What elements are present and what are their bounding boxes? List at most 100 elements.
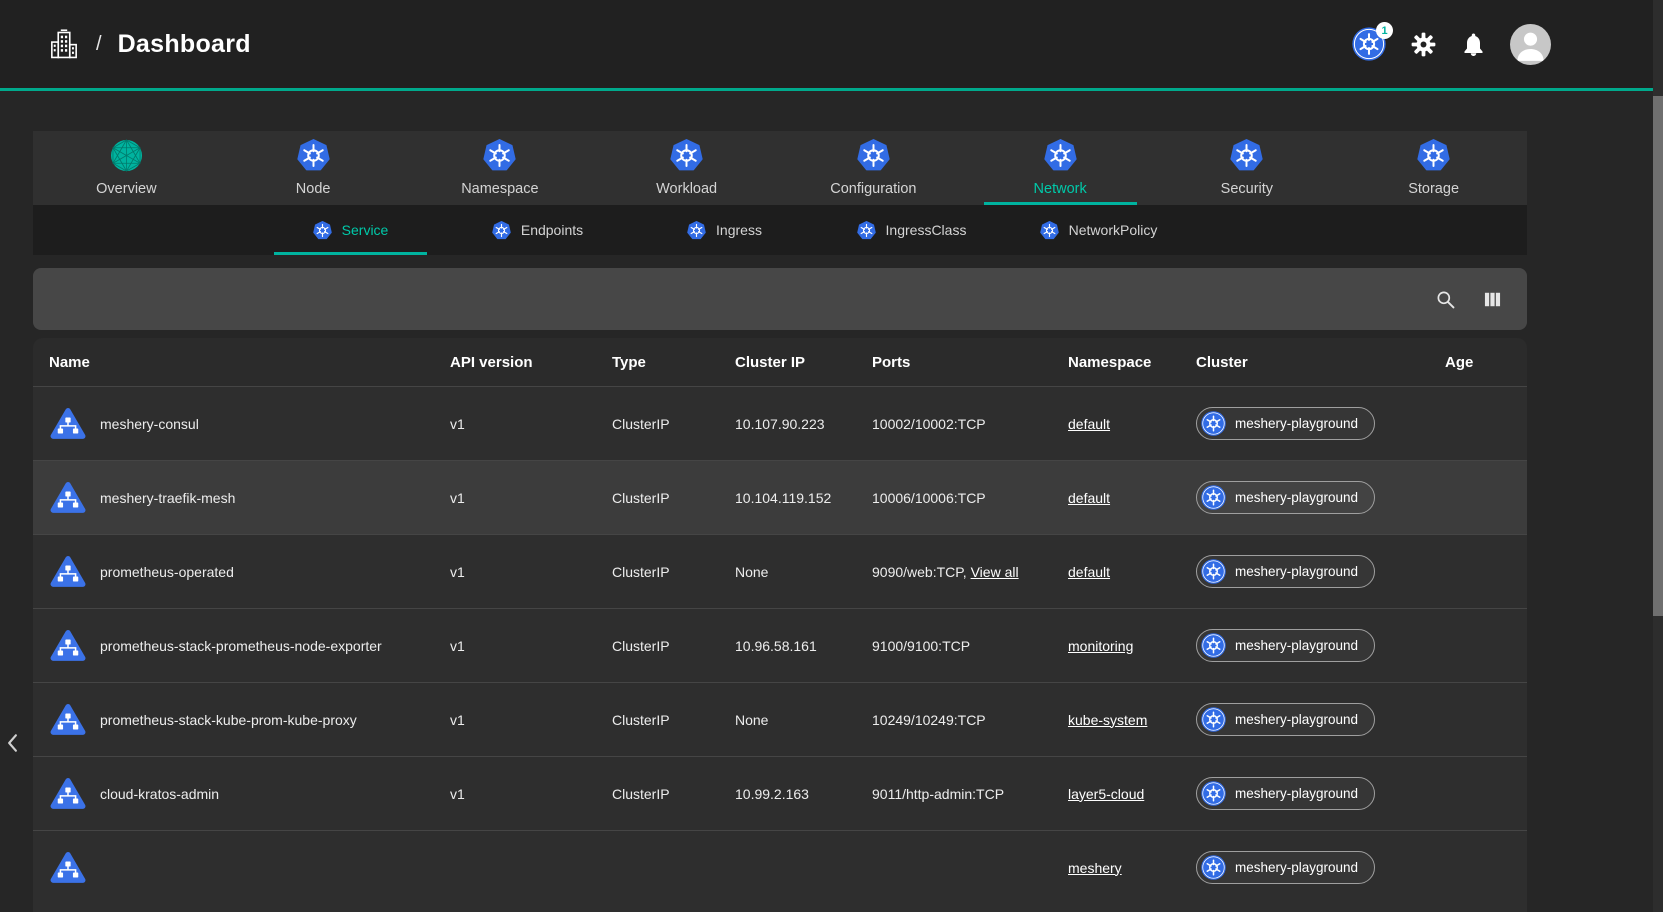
search-button[interactable] — [1435, 289, 1456, 310]
view-columns-button[interactable] — [1482, 289, 1503, 310]
ports-text: 10006/10006:TCP — [872, 490, 986, 506]
main-tab[interactable]: Namespace — [407, 131, 594, 205]
settings-button[interactable] — [1410, 31, 1437, 58]
sub-tab[interactable]: NetworkPolicy — [1005, 205, 1192, 255]
cluster-chip-label: meshery-playground — [1235, 416, 1358, 431]
kubernetes-icon — [1201, 707, 1226, 732]
service-name: meshery-consul — [100, 416, 199, 432]
tab-label: Storage — [1408, 181, 1459, 197]
main-tab[interactable]: Node — [220, 131, 407, 205]
table-row[interactable]: prometheus-operated v1 ClusterIP None 90… — [33, 534, 1527, 608]
column-header[interactable]: Namespace — [1068, 354, 1196, 371]
main-tab[interactable]: Workload — [593, 131, 780, 205]
service-icon — [49, 701, 87, 739]
main-tab[interactable]: Network — [967, 131, 1154, 205]
table-row[interactable]: meshery-consul v1 ClusterIP 10.107.90.22… — [33, 386, 1527, 460]
main-tab[interactable]: Security — [1154, 131, 1341, 205]
notifications-button[interactable] — [1461, 32, 1486, 57]
service-name: cloud-kratos-admin — [100, 786, 219, 802]
service-icon — [49, 479, 87, 517]
kubernetes-icon — [857, 139, 890, 172]
bell-icon — [1461, 32, 1486, 57]
kubernetes-icon — [1201, 855, 1226, 880]
context-count-badge: 1 — [1376, 22, 1393, 39]
service-type: ClusterIP — [612, 490, 735, 506]
column-header[interactable]: Cluster — [1196, 354, 1445, 371]
main-tab[interactable]: Storage — [1340, 131, 1527, 205]
cluster-chip[interactable]: meshery-playground — [1196, 629, 1375, 662]
main-tab[interactable]: Overview — [33, 131, 220, 205]
cluster-chip-label: meshery-playground — [1235, 638, 1358, 653]
cluster-chip[interactable]: meshery-playground — [1196, 703, 1375, 736]
column-header[interactable]: Cluster IP — [735, 354, 872, 371]
main-tab[interactable]: Configuration — [780, 131, 967, 205]
api-version: v1 — [450, 712, 612, 728]
service-icon — [49, 553, 87, 591]
service-type: ClusterIP — [612, 416, 735, 432]
cluster-chip[interactable]: meshery-playground — [1196, 555, 1375, 588]
cluster-chip[interactable]: meshery-playground — [1196, 407, 1375, 440]
ports-text: 10249/10249:TCP — [872, 712, 986, 728]
window-scrollbar[interactable] — [1653, 0, 1663, 912]
api-version: v1 — [450, 638, 612, 654]
table-row[interactable]: prometheus-stack-prometheus-node-exporte… — [33, 608, 1527, 682]
ports-text: 9090/web:TCP, — [872, 564, 967, 580]
kubernetes-icon — [483, 139, 516, 172]
building-icon[interactable] — [48, 28, 80, 60]
cluster-ip: None — [735, 712, 872, 728]
gear-icon — [1410, 31, 1437, 58]
column-header[interactable]: Age — [1445, 354, 1527, 371]
namespace-link[interactable]: kube-system — [1068, 712, 1147, 728]
view-columns-icon — [1482, 289, 1503, 310]
kubernetes-icon — [297, 139, 330, 172]
service-type: ClusterIP — [612, 638, 735, 654]
table-row[interactable]: cloud-kratos-admin v1 ClusterIP 10.99.2.… — [33, 756, 1527, 830]
tab-label: Configuration — [830, 181, 916, 197]
service-name: meshery-traefik-mesh — [100, 490, 235, 506]
column-header[interactable]: Ports — [872, 354, 1068, 371]
sub-tab[interactable]: Endpoints — [444, 205, 631, 255]
service-name: prometheus-stack-prometheus-node-exporte… — [100, 638, 382, 654]
column-header[interactable]: Name — [33, 354, 450, 371]
kubernetes-icon — [687, 221, 706, 240]
cluster-ip: 10.96.58.161 — [735, 638, 872, 654]
kubernetes-icon — [1201, 411, 1226, 436]
tab-label: Workload — [656, 181, 717, 197]
table-row[interactable]: meshery meshery-playground — [33, 830, 1527, 904]
column-header[interactable]: API version — [450, 354, 612, 371]
view-all-link[interactable]: View all — [971, 564, 1019, 580]
ports-text: 9100/9100:TCP — [872, 638, 970, 654]
kubernetes-icon — [1201, 559, 1226, 584]
cluster-chip-label: meshery-playground — [1235, 564, 1358, 579]
cluster-chip-label: meshery-playground — [1235, 712, 1358, 727]
kubernetes-icon — [1417, 139, 1450, 172]
kubernetes-icon — [1044, 139, 1077, 172]
api-version: v1 — [450, 416, 612, 432]
namespace-link[interactable]: default — [1068, 490, 1110, 506]
namespace-link[interactable]: layer5-cloud — [1068, 786, 1144, 802]
namespace-link[interactable]: monitoring — [1068, 638, 1133, 654]
service-name: prometheus-operated — [100, 564, 234, 580]
table-row[interactable]: meshery-traefik-mesh v1 ClusterIP 10.104… — [33, 460, 1527, 534]
cluster-chip[interactable]: meshery-playground — [1196, 777, 1375, 810]
main-tabs: Overview Node Namespace Workload Configu… — [33, 131, 1527, 205]
sub-tab[interactable]: IngressClass — [818, 205, 1005, 255]
sub-tab[interactable]: Ingress — [631, 205, 818, 255]
sub-tab[interactable]: Service — [257, 205, 444, 255]
kubernetes-icon — [1201, 781, 1226, 806]
cluster-chip-label: meshery-playground — [1235, 860, 1358, 875]
table-row[interactable]: prometheus-stack-kube-prom-kube-proxy v1… — [33, 682, 1527, 756]
kubernetes-context-button[interactable]: 1 — [1352, 27, 1386, 61]
column-header[interactable]: Type — [612, 354, 735, 371]
scrollbar-thumb[interactable] — [1653, 96, 1663, 616]
cluster-chip[interactable]: meshery-playground — [1196, 481, 1375, 514]
subtab-label: Ingress — [716, 222, 762, 238]
meshery-icon — [110, 139, 143, 172]
cluster-chip[interactable]: meshery-playground — [1196, 851, 1375, 884]
sidebar-collapse-toggle[interactable] — [1, 729, 25, 757]
namespace-link[interactable]: default — [1068, 564, 1110, 580]
namespace-link[interactable]: default — [1068, 416, 1110, 432]
namespace-link[interactable]: meshery — [1068, 860, 1122, 876]
user-avatar[interactable] — [1510, 24, 1551, 65]
tab-label: Node — [296, 181, 331, 197]
